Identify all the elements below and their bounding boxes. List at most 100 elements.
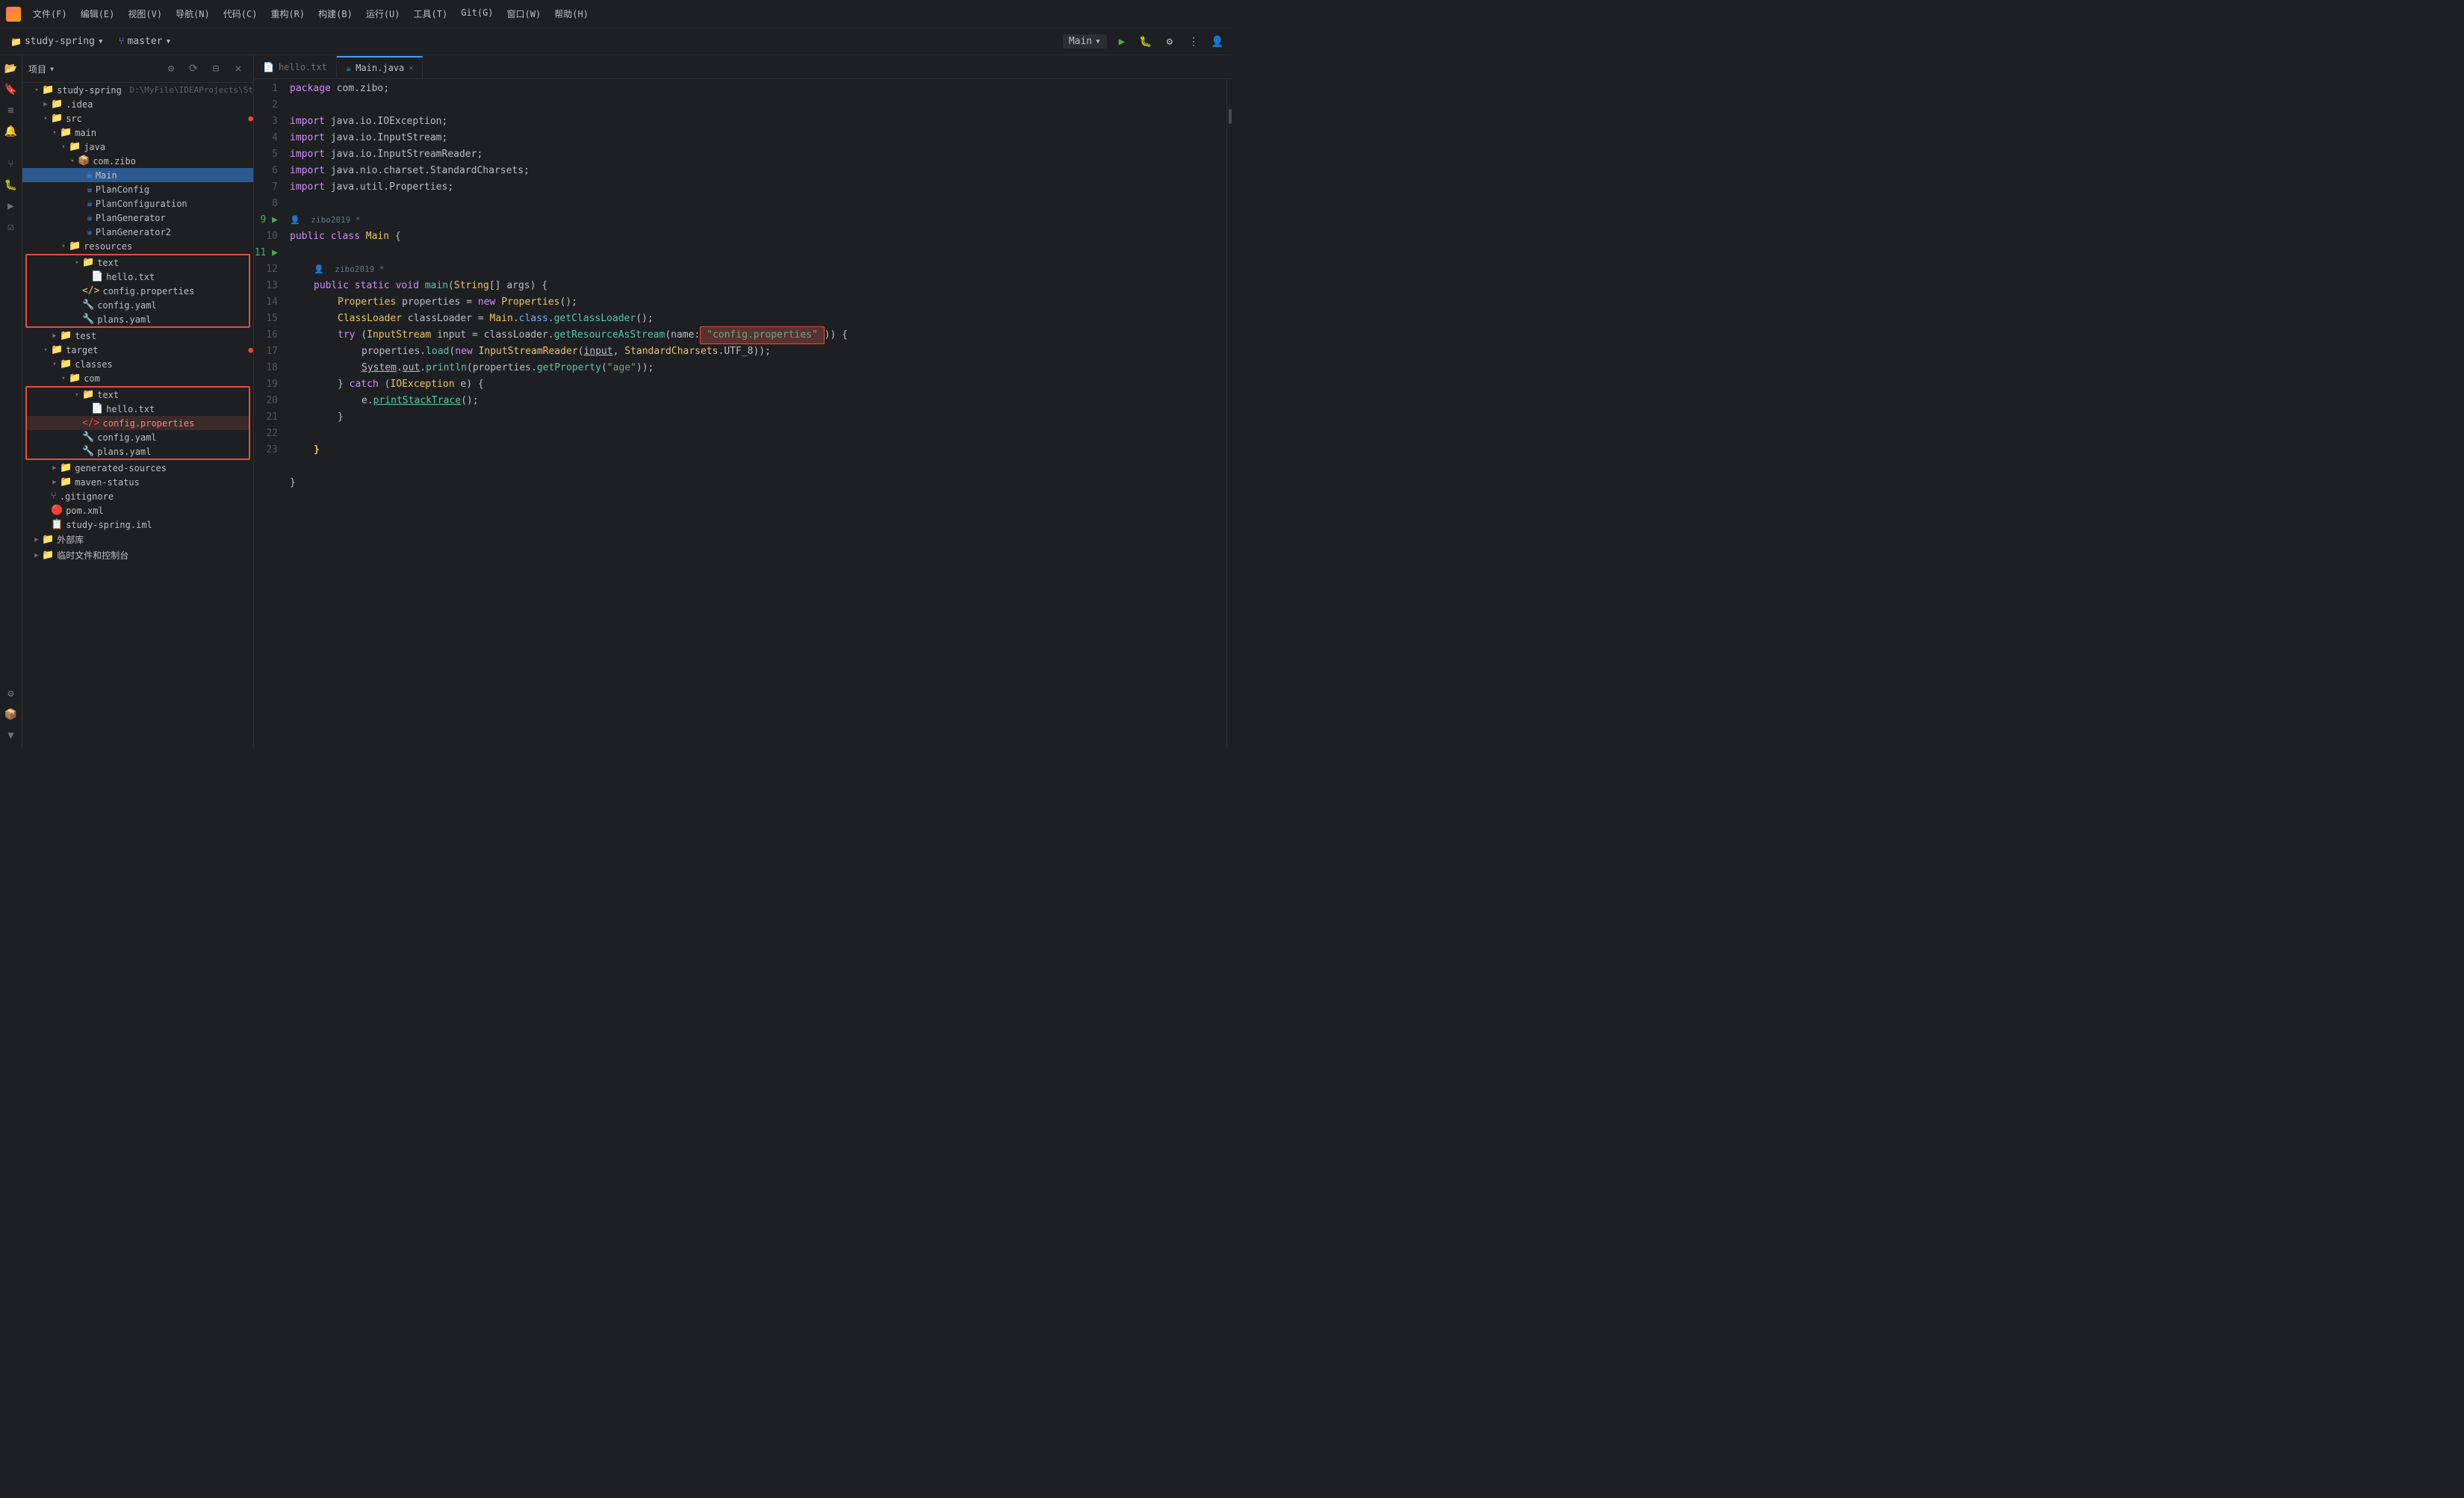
annotation-line-2: 👤 zibo2019 * [290, 261, 1226, 278]
code-line-3: import java.io.IOException; [290, 114, 1226, 130]
sidebar-bottom-icon1[interactable]: ⚙ [2, 685, 20, 703]
menu-refactor[interactable]: 重构(R) [264, 4, 311, 23]
project-icon: 📁 [10, 37, 22, 47]
tree-test[interactable]: ▶ 📁 test [22, 329, 253, 343]
code-line-1: package com.zibo; [290, 81, 1226, 97]
tree-plangenerator[interactable]: ☕ PlanGenerator [22, 211, 253, 225]
code-line-8 [290, 196, 1226, 212]
menu-tools[interactable]: 工具(T) [408, 4, 454, 23]
tree-collapse-icon[interactable]: ⊟ [207, 60, 225, 78]
scroll-indicator [1226, 79, 1232, 749]
sidebar-todo-icon[interactable]: ☑ [2, 218, 20, 236]
tree-com[interactable]: ▾ 📁 com [22, 371, 253, 385]
sidebar-bottom-icon2[interactable]: 📦 [2, 706, 20, 724]
tree-java[interactable]: ▾ 📁 java [22, 140, 253, 154]
tree-idea[interactable]: ▶ 📁 .idea [22, 97, 253, 111]
menu-code[interactable]: 代码(C) [217, 4, 264, 23]
menu-run[interactable]: 运行(U) [360, 4, 406, 23]
tree-plans-yaml[interactable]: 🔧 plans.yaml [27, 312, 249, 326]
menu-window[interactable]: 窗口(W) [501, 4, 547, 23]
tree-settings-icon[interactable]: ⚙ [162, 60, 180, 78]
code-line-12: Properties properties = new Properties()… [290, 294, 1226, 311]
project-header-chevron[interactable]: ▾ [49, 63, 55, 74]
scroll-thumb[interactable] [1229, 109, 1232, 124]
menu-help[interactable]: 帮助(H) [548, 4, 595, 23]
sidebar-debug-icon[interactable]: 🐛 [2, 176, 20, 194]
tree-com-zibo[interactable]: ▾ 📦 com.zibo [22, 154, 253, 168]
tree-hello-txt[interactable]: 📄 hello.txt [27, 270, 249, 284]
menu-git[interactable]: Git(G) [455, 4, 499, 23]
account-button[interactable]: 👤 [1208, 33, 1226, 51]
tree-scratches[interactable]: ▶ 📁 临时文件和控制台 [22, 547, 253, 563]
tab-main-close[interactable]: ✕ [409, 64, 413, 72]
sidebar-project-icon[interactable]: 📂 [2, 60, 20, 78]
menu-build[interactable]: 构建(B) [312, 4, 359, 23]
tree-classes[interactable]: ▾ 📁 classes [22, 357, 253, 371]
menu-edit[interactable]: 编辑(E) [75, 4, 121, 23]
tree-main[interactable]: ▾ 📁 main [22, 125, 253, 140]
tab-hello-label: hello.txt [279, 62, 327, 72]
tree-maven-status[interactable]: ▶ 📁 maven-status [22, 475, 253, 489]
tree-config-yaml[interactable]: 🔧 config.yaml [27, 298, 249, 312]
code-area[interactable]: package com.zibo; import java.io.IOExcep… [284, 79, 1226, 749]
tab-hello-txt[interactable]: 📄 hello.txt [254, 56, 337, 78]
project-selector[interactable]: 📁 study-spring ▾ [6, 34, 108, 49]
more-button[interactable]: ⋮ [1185, 33, 1202, 51]
tree-main-class[interactable]: ☕ Main [22, 168, 253, 182]
tree-classes-config-yaml[interactable]: 🔧 config.yaml [27, 430, 249, 444]
code-line-23: } [290, 475, 1226, 491]
tree-planconfiguration[interactable]: ☕ PlanConfiguration [22, 196, 253, 211]
editor-content: 1 2 3 4 5 6 7 8 9 ▶ 10 11 ▶ 12 13 14 15 … [254, 79, 1232, 749]
tree-root[interactable]: ▾ 📁 study-spring D:\MyFile\IDEAProjects\… [22, 83, 253, 97]
tree-external-libs[interactable]: ▶ 📁 外部库 [22, 532, 253, 547]
tree-resources[interactable]: ▾ 📁 resources [22, 239, 253, 253]
menu-navigate[interactable]: 导航(N) [170, 4, 216, 23]
branch-icon: ⑂ [119, 36, 125, 47]
menu-view[interactable]: 视图(V) [122, 4, 168, 23]
tab-main-java[interactable]: ☕ Main.java ✕ [337, 56, 423, 78]
tree-pom-xml[interactable]: 🔴 pom.xml [22, 503, 253, 518]
tree-target[interactable]: ▾ 📁 target ● [22, 343, 253, 357]
tree-plangenerator2[interactable]: ☕ PlanGenerator2 [22, 225, 253, 239]
tree-classes-config-properties[interactable]: </> config.properties [27, 416, 249, 430]
file-tree-header: 项目 ▾ ⚙ ⟳ ⊟ ✕ [22, 55, 253, 83]
code-line-14: try (InputStream input = classLoader.get… [290, 327, 1226, 344]
code-line-16: System.out.println(properties.getPropert… [290, 360, 1226, 376]
run-config-label: Main [1069, 36, 1092, 47]
code-line-5: import java.io.InputStreamReader; [290, 146, 1226, 163]
menu-file[interactable]: 文件(F) [27, 4, 73, 23]
tree-classes-plans-yaml[interactable]: 🔧 plans.yaml [27, 444, 249, 459]
sidebar-notifications-icon[interactable]: 🔔 [2, 122, 20, 140]
run-config-chevron: ▾ [1095, 36, 1101, 47]
branch-selector[interactable]: ⑂ master ▾ [114, 34, 176, 49]
tree-generated-sources[interactable]: ▶ 📁 generated-sources [22, 461, 253, 475]
tree-classes-hello[interactable]: 📄 hello.txt [27, 402, 249, 416]
tree-planconfig[interactable]: ☕ PlanConfig [22, 182, 253, 196]
project-label: study-spring [25, 36, 95, 47]
sidebar-bottom-icon3[interactable]: ▼ [2, 727, 20, 745]
sidebar-run-icon[interactable]: ▶ [2, 197, 20, 215]
settings-button[interactable]: ⚙ [1161, 33, 1179, 51]
sidebar-git-icon[interactable]: ⑂ [2, 155, 20, 173]
run-config-selector[interactable]: Main ▾ [1063, 34, 1107, 49]
debug-button[interactable]: 🐛 [1137, 33, 1155, 51]
tree-classes-text[interactable]: ▾ 📁 text [27, 388, 249, 402]
tree-gitignore[interactable]: ⑂ .gitignore [22, 489, 253, 503]
tree-sync-icon[interactable]: ⟳ [184, 60, 202, 78]
tree-config-properties[interactable]: </> config.properties [27, 284, 249, 298]
title-bar: 文件(F) 编辑(E) 视图(V) 导航(N) 代码(C) 重构(R) 构建(B… [0, 0, 1232, 28]
annotation-line-1: 👤 zibo2019 * [290, 212, 1226, 229]
sidebar-structure-icon[interactable]: ≡ [2, 102, 20, 119]
tree-src[interactable]: ▾ 📁 src ● [22, 111, 253, 125]
toolbar-right: Main ▾ ▶ 🐛 ⚙ ⋮ 👤 [1063, 33, 1226, 51]
sidebar-bookmark-icon[interactable]: 🔖 [2, 81, 20, 99]
tree-section: ▾ 📁 study-spring D:\MyFile\IDEAProjects\… [22, 83, 253, 563]
line-numbers: 1 2 3 4 5 6 7 8 9 ▶ 10 11 ▶ 12 13 14 15 … [254, 79, 284, 749]
tree-close-icon[interactable]: ✕ [229, 60, 247, 78]
code-line-13: ClassLoader classLoader = Main.class.get… [290, 311, 1226, 327]
code-line-19: } [290, 409, 1226, 426]
resource-highlight-box: ▾ 📁 text 📄 hello.txt </> config.properti… [25, 254, 250, 328]
tree-text-folder[interactable]: ▾ 📁 text [27, 255, 249, 270]
run-button[interactable]: ▶ [1113, 33, 1131, 51]
tree-iml[interactable]: 📋 study-spring.iml [22, 518, 253, 532]
